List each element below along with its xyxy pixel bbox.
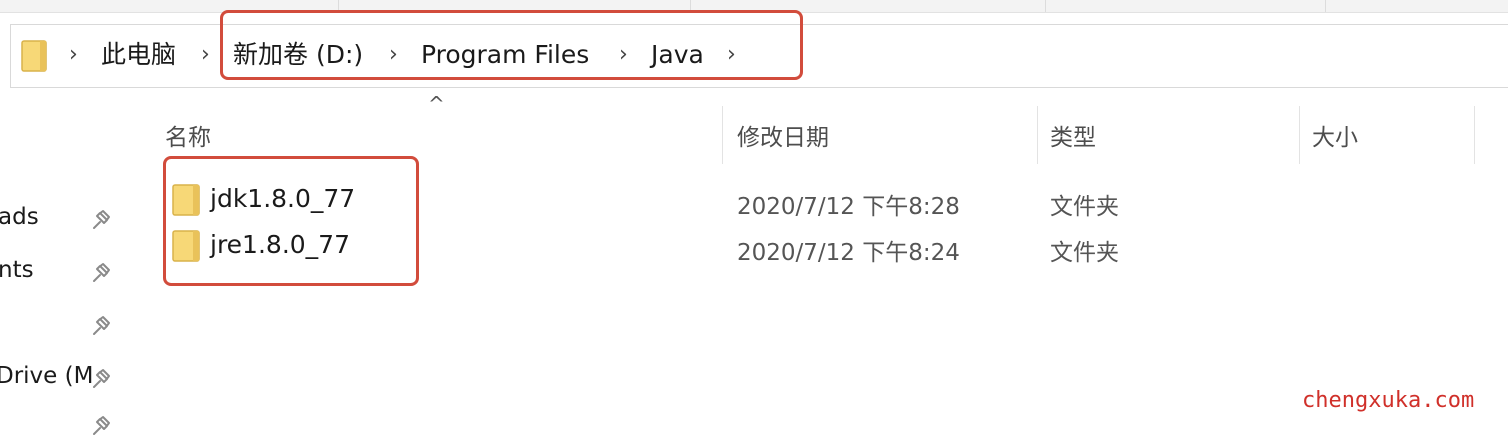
files-highlight-box <box>163 156 419 286</box>
path-highlight-box <box>220 10 803 80</box>
pin-icon[interactable] <box>88 414 112 438</box>
column-divider[interactable] <box>1299 106 1300 164</box>
column-header-modified[interactable]: 修改日期 <box>737 118 829 152</box>
sort-ascending-icon: ^ <box>428 92 445 116</box>
file-type: 文件夹 <box>1050 240 1119 266</box>
divider <box>1325 0 1326 12</box>
chevron-right-icon[interactable]: › <box>201 41 210 69</box>
nav-item-downloads[interactable]: ads <box>0 204 39 230</box>
column-divider[interactable] <box>722 106 723 164</box>
column-header-type[interactable]: 类型 <box>1050 118 1096 152</box>
file-modified-date: 2020/7/12 下午8:28 <box>737 194 960 220</box>
watermark-text: chengxuka.com <box>1302 388 1475 413</box>
folder-icon <box>21 40 47 72</box>
breadcrumb-this-pc[interactable]: 此电脑 <box>101 39 176 71</box>
divider <box>1045 0 1046 12</box>
file-modified-date: 2020/7/12 下午8:24 <box>737 240 960 266</box>
file-type: 文件夹 <box>1050 194 1119 220</box>
chevron-right-icon[interactable]: › <box>69 41 78 69</box>
pin-icon[interactable] <box>88 367 112 391</box>
pin-icon[interactable] <box>88 261 112 285</box>
pin-icon[interactable] <box>88 208 112 232</box>
column-header-name[interactable]: 名称 <box>165 118 211 152</box>
nav-item-onedrive[interactable]: Drive (M <box>0 363 93 389</box>
column-divider[interactable] <box>1474 106 1475 164</box>
column-header-size[interactable]: 大小 <box>1312 118 1358 152</box>
nav-item-documents[interactable]: nts <box>0 257 34 283</box>
column-divider[interactable] <box>1037 106 1038 164</box>
pin-icon[interactable] <box>88 314 112 338</box>
